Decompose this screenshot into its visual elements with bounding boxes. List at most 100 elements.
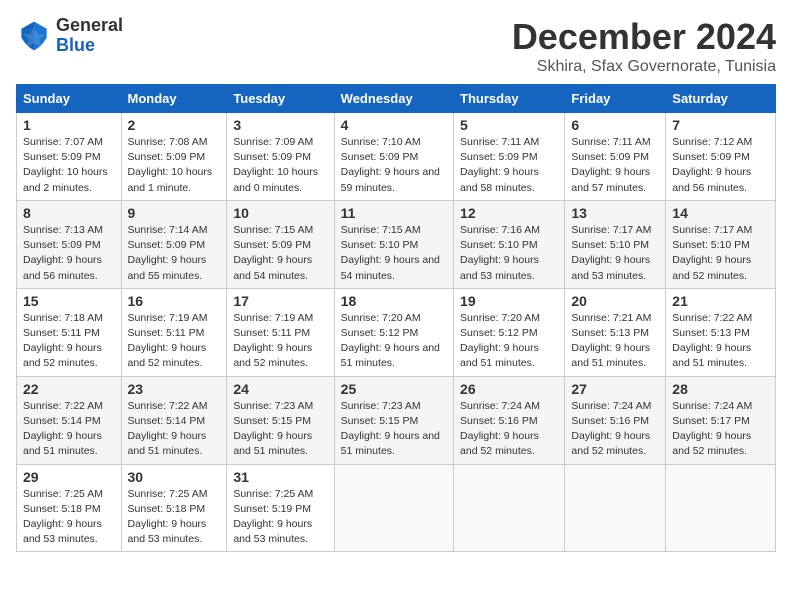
calendar-cell: 24Sunrise: 7:23 AMSunset: 5:15 PMDayligh… [227, 376, 334, 464]
day-detail: Sunrise: 7:19 AMSunset: 5:11 PMDaylight:… [233, 311, 327, 372]
page-header: General Blue December 2024 Skhira, Sfax … [16, 16, 776, 76]
day-number: 17 [233, 293, 327, 309]
day-number: 11 [341, 205, 447, 221]
calendar-cell: 22Sunrise: 7:22 AMSunset: 5:14 PMDayligh… [17, 376, 122, 464]
month-title: December 2024 [512, 16, 776, 58]
calendar-cell: 14 Sunrise: 7:17 AMSunset: 5:10 PMDayligh… [666, 200, 776, 288]
day-detail: Sunrise: 7:14 AMSunset: 5:09 PMDaylight:… [128, 223, 221, 284]
calendar-cell: 1Sunrise: 7:07 AMSunset: 5:09 PMDaylight… [17, 113, 122, 201]
day-detail: Sunrise: 7:10 AMSunset: 5:09 PMDaylight:… [341, 135, 447, 196]
day-number: 22 [23, 381, 115, 397]
day-detail: Sunrise: 7:11 AMSunset: 5:09 PMDaylight:… [571, 135, 659, 196]
day-number: 4 [341, 117, 447, 133]
day-number: 18 [341, 293, 447, 309]
calendar-cell: 11 Sunrise: 7:15 AMSunset: 5:10 PMDayligh… [334, 200, 453, 288]
day-detail: Sunrise: 7:19 AMSunset: 5:11 PMDaylight:… [128, 311, 221, 372]
day-detail: Sunrise: 7:18 AMSunset: 5:11 PMDaylight:… [23, 311, 115, 372]
calendar-cell: 10 Sunrise: 7:15 AMSunset: 5:09 PMDayligh… [227, 200, 334, 288]
day-detail: Sunrise: 7:07 AMSunset: 5:09 PMDaylight:… [23, 135, 115, 196]
day-detail: Sunrise: 7:25 AMSunset: 5:18 PMDaylight:… [23, 487, 115, 548]
calendar-cell: 5 Sunrise: 7:11 AMSunset: 5:09 PMDaylight… [454, 113, 565, 201]
calendar-cell: 12 Sunrise: 7:16 AMSunset: 5:10 PMDayligh… [454, 200, 565, 288]
calendar-cell: 30Sunrise: 7:25 AMSunset: 5:18 PMDayligh… [121, 464, 227, 552]
day-detail: Sunrise: 7:22 AMSunset: 5:13 PMDaylight:… [672, 311, 769, 372]
calendar-header-row: SundayMondayTuesdayWednesdayThursdayFrid… [17, 85, 776, 113]
calendar-cell: 21 Sunrise: 7:22 AMSunset: 5:13 PMDayligh… [666, 288, 776, 376]
day-number: 23 [128, 381, 221, 397]
column-header-monday: Monday [121, 85, 227, 113]
calendar-cell: 29 Sunrise: 7:25 AMSunset: 5:18 PMDayligh… [17, 464, 122, 552]
day-detail: Sunrise: 7:25 AMSunset: 5:19 PMDaylight:… [233, 487, 327, 548]
day-number: 20 [571, 293, 659, 309]
day-number: 7 [672, 117, 769, 133]
day-number: 10 [233, 205, 327, 221]
calendar-cell: 3 Sunrise: 7:09 AMSunset: 5:09 PMDaylight… [227, 113, 334, 201]
day-number: 2 [128, 117, 221, 133]
day-detail: Sunrise: 7:21 AMSunset: 5:13 PMDaylight:… [571, 311, 659, 372]
calendar-cell: 15Sunrise: 7:18 AMSunset: 5:11 PMDayligh… [17, 288, 122, 376]
calendar-cell: 26 Sunrise: 7:24 AMSunset: 5:16 PMDayligh… [454, 376, 565, 464]
calendar-cell [334, 464, 453, 552]
logo-text: General Blue [56, 16, 123, 56]
day-detail: Sunrise: 7:15 AMSunset: 5:10 PMDaylight:… [341, 223, 447, 284]
calendar-cell [565, 464, 666, 552]
calendar-cell: 4 Sunrise: 7:10 AMSunset: 5:09 PMDaylight… [334, 113, 453, 201]
calendar-cell: 18Sunrise: 7:20 AMSunset: 5:12 PMDayligh… [334, 288, 453, 376]
calendar-week-row: 15Sunrise: 7:18 AMSunset: 5:11 PMDayligh… [17, 288, 776, 376]
logo: General Blue [16, 16, 123, 56]
day-detail: Sunrise: 7:23 AMSunset: 5:15 PMDaylight:… [341, 399, 447, 460]
day-number: 16 [128, 293, 221, 309]
calendar-cell: 13 Sunrise: 7:17 AMSunset: 5:10 PMDayligh… [565, 200, 666, 288]
day-detail: Sunrise: 7:24 AMSunset: 5:16 PMDaylight:… [571, 399, 659, 460]
day-detail: Sunrise: 7:20 AMSunset: 5:12 PMDaylight:… [460, 311, 558, 372]
day-number: 21 [672, 293, 769, 309]
day-detail: Sunrise: 7:15 AMSunset: 5:09 PMDaylight:… [233, 223, 327, 284]
calendar-table: SundayMondayTuesdayWednesdayThursdayFrid… [16, 84, 776, 552]
calendar-cell: 17 Sunrise: 7:19 AMSunset: 5:11 PMDayligh… [227, 288, 334, 376]
column-header-wednesday: Wednesday [334, 85, 453, 113]
title-section: December 2024 Skhira, Sfax Governorate, … [512, 16, 776, 76]
day-detail: Sunrise: 7:09 AMSunset: 5:09 PMDaylight:… [233, 135, 327, 196]
day-detail: Sunrise: 7:17 AMSunset: 5:10 PMDaylight:… [571, 223, 659, 284]
day-detail: Sunrise: 7:16 AMSunset: 5:10 PMDaylight:… [460, 223, 558, 284]
calendar-cell: 25Sunrise: 7:23 AMSunset: 5:15 PMDayligh… [334, 376, 453, 464]
day-detail: Sunrise: 7:23 AMSunset: 5:15 PMDaylight:… [233, 399, 327, 460]
location: Skhira, Sfax Governorate, Tunisia [512, 58, 776, 76]
day-number: 27 [571, 381, 659, 397]
day-number: 26 [460, 381, 558, 397]
calendar-cell: 16 Sunrise: 7:19 AMSunset: 5:11 PMDayligh… [121, 288, 227, 376]
day-number: 29 [23, 469, 115, 485]
day-detail: Sunrise: 7:12 AMSunset: 5:09 PMDaylight:… [672, 135, 769, 196]
day-detail: Sunrise: 7:13 AMSunset: 5:09 PMDaylight:… [23, 223, 115, 284]
calendar-week-row: 8Sunrise: 7:13 AMSunset: 5:09 PMDaylight… [17, 200, 776, 288]
day-number: 19 [460, 293, 558, 309]
day-number: 5 [460, 117, 558, 133]
calendar-cell: 6 Sunrise: 7:11 AMSunset: 5:09 PMDaylight… [565, 113, 666, 201]
calendar-cell: 9Sunrise: 7:14 AMSunset: 5:09 PMDaylight… [121, 200, 227, 288]
day-number: 14 [672, 205, 769, 221]
column-header-thursday: Thursday [454, 85, 565, 113]
calendar-cell: 23Sunrise: 7:22 AMSunset: 5:14 PMDayligh… [121, 376, 227, 464]
calendar-cell: 20 Sunrise: 7:21 AMSunset: 5:13 PMDayligh… [565, 288, 666, 376]
column-header-saturday: Saturday [666, 85, 776, 113]
day-number: 12 [460, 205, 558, 221]
calendar-cell: 31 Sunrise: 7:25 AMSunset: 5:19 PMDayligh… [227, 464, 334, 552]
calendar-cell: 28 Sunrise: 7:24 AMSunset: 5:17 PMDayligh… [666, 376, 776, 464]
calendar-cell: 27 Sunrise: 7:24 AMSunset: 5:16 PMDayligh… [565, 376, 666, 464]
day-number: 31 [233, 469, 327, 485]
day-detail: Sunrise: 7:17 AMSunset: 5:10 PMDaylight:… [672, 223, 769, 284]
day-number: 13 [571, 205, 659, 221]
column-header-friday: Friday [565, 85, 666, 113]
day-number: 3 [233, 117, 327, 133]
column-header-tuesday: Tuesday [227, 85, 334, 113]
day-detail: Sunrise: 7:24 AMSunset: 5:17 PMDaylight:… [672, 399, 769, 460]
day-number: 6 [571, 117, 659, 133]
day-detail: Sunrise: 7:08 AMSunset: 5:09 PMDaylight:… [128, 135, 221, 196]
calendar-cell: 7 Sunrise: 7:12 AMSunset: 5:09 PMDaylight… [666, 113, 776, 201]
calendar-cell: 8Sunrise: 7:13 AMSunset: 5:09 PMDaylight… [17, 200, 122, 288]
day-number: 30 [128, 469, 221, 485]
day-detail: Sunrise: 7:24 AMSunset: 5:16 PMDaylight:… [460, 399, 558, 460]
calendar-cell: 19 Sunrise: 7:20 AMSunset: 5:12 PMDayligh… [454, 288, 565, 376]
day-detail: Sunrise: 7:11 AMSunset: 5:09 PMDaylight:… [460, 135, 558, 196]
day-number: 28 [672, 381, 769, 397]
